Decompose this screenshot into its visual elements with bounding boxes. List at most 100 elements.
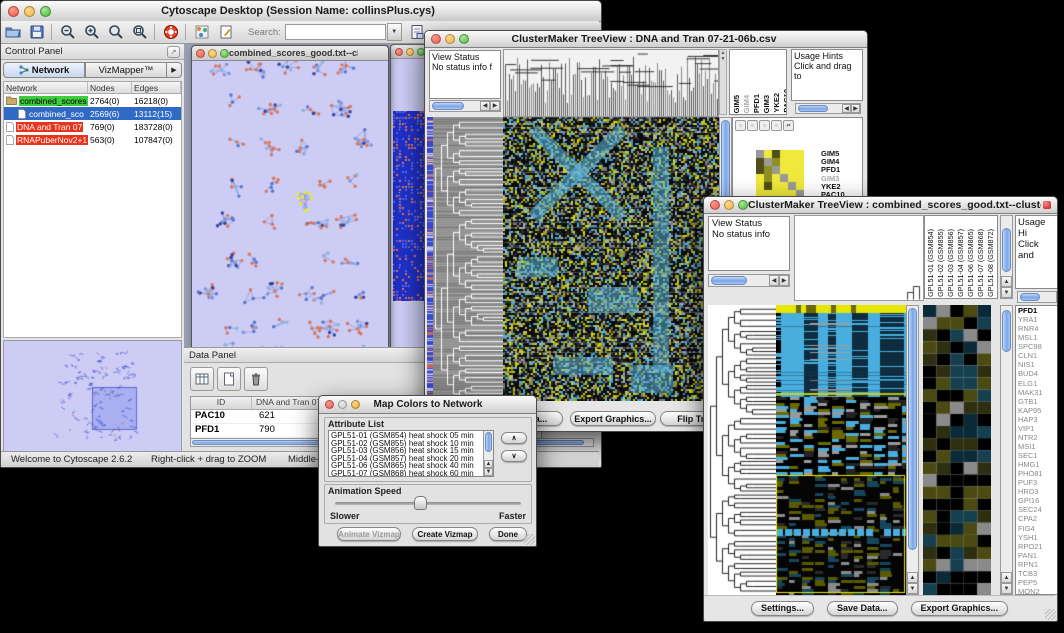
tv2-heatmap-vscrollbar[interactable]: ▲ ▼ — [906, 305, 919, 595]
help-lifering-icon[interactable] — [162, 23, 180, 41]
network-edges: 183728(0) — [134, 122, 173, 132]
tv2-column-dendrogram-canvas[interactable] — [794, 215, 924, 301]
tv2-gene-label: MSI1 — [1018, 442, 1043, 451]
tv2-button-savedata[interactable]: Save Data... — [827, 601, 898, 616]
zoom-out-icon[interactable] — [59, 23, 77, 41]
move-up-button[interactable]: ∧ — [501, 432, 527, 444]
tv1-dendro-spinner[interactable]: ▲▼ — [719, 49, 727, 115]
control-panel-title: Control Panel — [5, 46, 63, 57]
network-list-item[interactable]: combined_sco2569(6)13112(15) — [4, 107, 181, 120]
tv1-status-scrollbar[interactable]: ◀ ▶ — [429, 100, 501, 112]
network-view-canvas[interactable] — [192, 61, 386, 364]
zoom-window-icon[interactable] — [351, 400, 360, 409]
close-icon[interactable] — [710, 200, 720, 210]
tv2-gene-label: HAP3 — [1018, 415, 1043, 424]
dialog-titlebar[interactable]: Map Colors to Network — [319, 396, 536, 414]
flip-arrow-icon[interactable]: ⇄ — [783, 120, 794, 131]
annotation-icon[interactable] — [217, 23, 235, 41]
create-vizmap-button[interactable]: Create Vizmap — [412, 527, 478, 541]
tv2-genes-vscrollbar[interactable]: ▲ ▼ — [1000, 305, 1013, 595]
search-input[interactable] — [285, 24, 386, 40]
column-header-edges[interactable]: Edges — [132, 82, 181, 93]
tv2-zoom-heatmap-canvas[interactable] — [923, 305, 991, 595]
network-nodes: 769(0) — [90, 122, 134, 132]
tv1-column-label: GIM3 — [762, 95, 771, 113]
network-overview-canvas[interactable] — [3, 340, 182, 452]
network-list-item[interactable]: RNAPuberNov2+1563(0)107847(0) — [4, 133, 181, 146]
zoom-fit-icon[interactable] — [107, 23, 125, 41]
tab-network[interactable]: Network — [3, 62, 85, 78]
attribute-list-vscrollbar[interactable]: ▲ ▼ — [483, 431, 493, 476]
network-list-item[interactable]: DNA and Tran 07769(0)183728(0) — [4, 120, 181, 133]
zoom-window-icon[interactable] — [220, 49, 229, 58]
tv2-view-status-title: View Status — [712, 218, 786, 229]
tv2-gene-label: MSL1 — [1018, 333, 1043, 342]
tv2-titlebar[interactable]: ClusterMaker TreeView : combined_scores_… — [704, 197, 1057, 214]
network-name: combined_scores — [19, 96, 88, 106]
zoom-window-icon[interactable] — [459, 34, 469, 44]
tv1-row-dendrogram-canvas[interactable] — [433, 117, 503, 401]
slider-thumb[interactable] — [414, 496, 427, 510]
main-titlebar[interactable]: Cytoscape Desktop (Session Name: collins… — [1, 1, 601, 22]
zoom-fit-icon[interactable]: ○ — [759, 120, 770, 131]
tv2-heatmap-canvas[interactable] — [776, 305, 906, 595]
search-dropdown-icon[interactable]: ▼ — [387, 23, 402, 41]
animation-speed-slider[interactable] — [335, 502, 521, 505]
close-icon[interactable] — [395, 48, 403, 56]
tab-vizmapper[interactable]: VizMapper™ — [85, 62, 167, 78]
tv1-hints-scrollbar[interactable]: ◀ ▶ — [795, 103, 861, 114]
attribute-list-item[interactable]: GPL51-07 (GSM868) heat shock 60 min — [331, 470, 482, 478]
tv2-gene-label: MON2 — [1018, 587, 1043, 595]
new-attribute-icon[interactable] — [217, 367, 241, 391]
resize-grip[interactable] — [1045, 609, 1056, 620]
open-folder-icon[interactable] — [4, 23, 22, 41]
tv1-heatmap-canvas[interactable] — [503, 117, 719, 401]
tv2-button-settings[interactable]: Settings... — [751, 601, 814, 616]
resize-grip[interactable] — [524, 534, 535, 545]
close-icon[interactable] — [8, 6, 19, 17]
float-panel-icon[interactable]: ↗ — [167, 46, 180, 58]
attribute-table-icon[interactable] — [190, 367, 214, 391]
animate-vizmap-button[interactable]: Animate Vizmap — [337, 527, 401, 541]
close-icon[interactable] — [196, 49, 205, 58]
tv1-button-exportgraphics[interactable]: Export Graphics... — [570, 411, 656, 426]
minimize-icon[interactable] — [24, 6, 35, 17]
minimize-icon[interactable] — [406, 48, 414, 56]
zoom-in-icon[interactable] — [83, 23, 101, 41]
tv2-row-dendrogram-canvas[interactable] — [708, 305, 776, 595]
vizmap-nodes-icon[interactable] — [193, 23, 211, 41]
tv2-status-scrollbar[interactable]: ◀ ▶ — [708, 274, 790, 287]
zoom-in-icon[interactable]: ○ — [735, 120, 746, 131]
save-icon[interactable] — [28, 23, 46, 41]
zoom-selected-icon[interactable] — [131, 23, 149, 41]
tv2-hints-scrollbar[interactable] — [1017, 291, 1057, 303]
column-header-id[interactable]: ID — [191, 397, 252, 409]
move-down-button[interactable]: ∨ — [501, 450, 527, 462]
tv2-labels-vscrollbar[interactable]: ▲ ▼ — [1000, 215, 1013, 299]
zoom-window-icon[interactable] — [40, 6, 51, 17]
tab-overflow-icon[interactable]: ▶ — [167, 62, 182, 78]
zoom-window-icon[interactable] — [738, 200, 748, 210]
tv2-gene-label: GTB1 — [1018, 397, 1043, 406]
minimize-icon[interactable] — [208, 49, 217, 58]
file-icon — [18, 109, 26, 119]
zoom-out-icon[interactable]: ○ — [747, 120, 758, 131]
tv1-column-dendrogram-canvas[interactable] — [503, 49, 719, 117]
close-icon[interactable] — [431, 34, 441, 44]
close-icon[interactable] — [325, 400, 334, 409]
zoom-selected-icon[interactable]: ○ — [771, 120, 782, 131]
tv1-title: ClusterMaker TreeView : DNA and Tran 07-… — [469, 33, 819, 45]
minimize-icon[interactable] — [724, 200, 734, 210]
file-icon — [6, 122, 14, 132]
minimize-icon[interactable] — [445, 34, 455, 44]
column-header-network[interactable]: Network — [4, 82, 88, 93]
tv2-button-exportgraphics[interactable]: Export Graphics... — [911, 601, 1009, 616]
column-header-nodes[interactable]: Nodes — [88, 82, 132, 93]
tv1-zoom-heatmap-canvas[interactable] — [756, 150, 804, 198]
minimize-icon[interactable] — [338, 400, 347, 409]
tv1-titlebar[interactable]: ClusterMaker TreeView : DNA and Tran 07-… — [425, 31, 867, 48]
done-button[interactable]: Done — [489, 527, 527, 541]
network-list-item[interactable]: combined_scores2764(0)16218(0) — [4, 94, 181, 107]
delete-attribute-icon[interactable] — [244, 367, 268, 391]
attribute-list[interactable]: GPL51-01 (GSM854) heat shock 05 minGPL51… — [328, 430, 494, 477]
